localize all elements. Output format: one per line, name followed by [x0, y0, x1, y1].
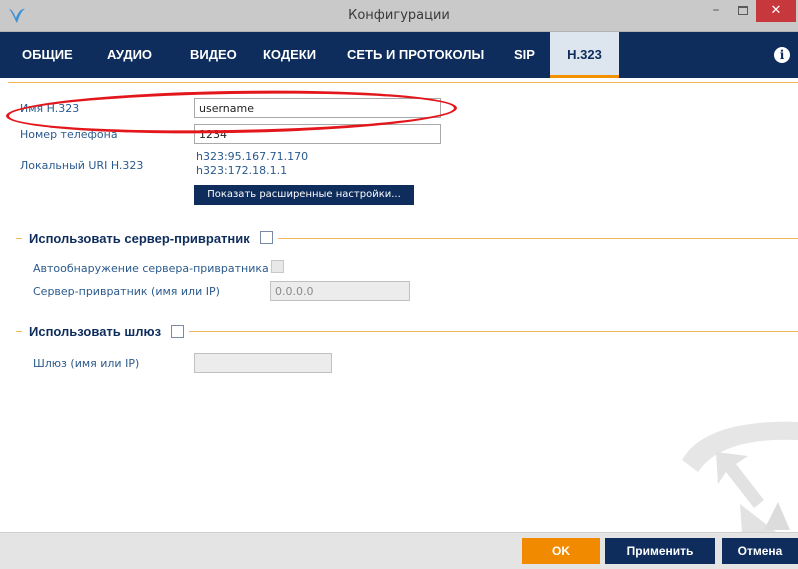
window-title: Конфигурации — [348, 8, 450, 23]
tab-video[interactable]: ВИДЕО — [190, 32, 237, 78]
local-uri-2: h323:172.18.1.1 — [196, 164, 288, 177]
maximize-icon — [738, 6, 748, 15]
gateway-enable-checkbox[interactable] — [171, 325, 184, 338]
title-bar: Конфигурации – ✕ — [0, 0, 798, 32]
local-uri-1: h323:95.167.71.170 — [196, 150, 309, 163]
maximize-button[interactable] — [730, 0, 756, 22]
tab-sip[interactable]: SIP — [514, 32, 535, 78]
gatekeeper-server-label: Сервер-привратник (имя или IP) — [33, 285, 220, 298]
gateway-input[interactable] — [194, 353, 332, 373]
gatekeeper-server-input[interactable]: 0.0.0.0 — [270, 281, 410, 301]
gatekeeper-section-title: Использовать сервер-привратник — [29, 231, 250, 246]
minimize-button[interactable]: – — [703, 0, 729, 22]
gatekeeper-enable-checkbox[interactable] — [260, 231, 273, 244]
close-button[interactable]: ✕ — [756, 0, 796, 22]
gateway-label: Шлюз (имя или IP) — [33, 357, 140, 370]
gateway-section-line — [189, 331, 798, 332]
tab-codecs[interactable]: КОДЕКИ — [263, 32, 316, 78]
show-advanced-settings-button[interactable]: Показать расширенные настройки... — [194, 185, 414, 205]
cancel-button[interactable]: Отмена — [722, 538, 798, 564]
gatekeeper-section-lead — [16, 238, 22, 239]
gateway-section-title: Использовать шлюз — [29, 324, 162, 339]
info-icon[interactable]: i — [774, 47, 790, 63]
tab-h323[interactable]: H.323 — [550, 32, 619, 78]
local-uri-label: Локальный URI H.323 — [20, 159, 144, 172]
tab-audio[interactable]: АУДИО — [107, 32, 152, 78]
tab-bar: ОБЩИЕ АУДИО ВИДЕО КОДЕКИ СЕТЬ И ПРОТОКОЛ… — [0, 32, 798, 78]
apply-button[interactable]: Применить — [605, 538, 715, 564]
watermark-arrows-icon — [682, 421, 798, 532]
gateway-section-lead — [16, 331, 22, 332]
tab-network-protocols[interactable]: СЕТЬ И ПРОТОКОЛЫ — [347, 32, 484, 78]
gatekeeper-autodetect-checkbox[interactable] — [271, 260, 284, 273]
tab-general[interactable]: ОБЩИЕ — [22, 32, 73, 78]
gatekeeper-autodetect-label: Автообнаружение сервера-привратника — [33, 262, 269, 275]
ok-button[interactable]: OK — [522, 538, 600, 564]
top-divider — [8, 82, 798, 83]
gatekeeper-section-line — [278, 238, 798, 239]
